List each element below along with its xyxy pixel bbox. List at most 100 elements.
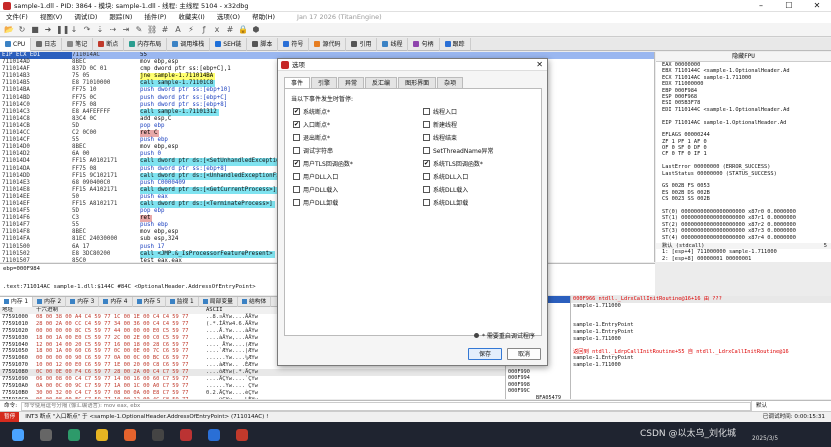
maximize-button[interactable]: ☐	[775, 0, 803, 12]
tab-2[interactable]: 笔记	[62, 37, 94, 51]
run-to-user-icon[interactable]: ⇥	[121, 25, 131, 35]
tab-10[interactable]: 引用	[346, 37, 378, 51]
checkbox-box[interactable]	[293, 147, 300, 154]
pause-icon[interactable]: ❚❚	[56, 25, 69, 35]
x32dbg-icon[interactable]	[180, 429, 192, 441]
folder-icon[interactable]	[96, 429, 108, 441]
dump-row[interactable]: 77591080 0C 00 0E 00 F4 C6 59 77 28 00 2A…	[0, 369, 505, 377]
checkbox-left-2[interactable]: 退出断点*	[293, 133, 330, 142]
note-icon[interactable]: ✎	[134, 25, 144, 35]
menu-item-2[interactable]: 调试(D)	[68, 12, 103, 23]
dump-tab-6[interactable]: 局部变量	[199, 296, 238, 307]
checkbox-box[interactable]: ✔	[293, 121, 300, 128]
open-icon[interactable]: 📂	[4, 25, 14, 35]
dialog-tab-4[interactable]: 图形界面	[398, 76, 437, 89]
function-icon[interactable]: ƒ	[199, 25, 209, 35]
dialog-close-icon[interactable]: ✕	[536, 59, 543, 71]
step-into-icon[interactable]: ↓	[69, 25, 79, 35]
dump-tab-5[interactable]: 监视 1	[166, 296, 199, 307]
search-icon[interactable]	[40, 429, 52, 441]
stop-icon[interactable]: ■	[30, 25, 40, 35]
dialog-tab-5[interactable]: 杂项	[437, 76, 464, 89]
checkbox-box[interactable]	[293, 134, 300, 141]
trace-over-icon[interactable]: ⇢	[108, 25, 118, 35]
checkbox-box[interactable]	[423, 186, 430, 193]
dump-tab-4[interactable]: 内存 5	[133, 296, 166, 307]
dialog-tab-0[interactable]: 事件	[284, 76, 311, 89]
stack-comments[interactable]: 000F966 ntdll._LdrxCallInitRoutine@16+16…	[570, 296, 831, 399]
tab-8[interactable]: 符号	[278, 37, 310, 51]
save-button[interactable]: 保存	[468, 348, 502, 360]
hide-fpu-toggle[interactable]: 隐藏FPU	[656, 52, 831, 62]
lightning-icon[interactable]: ⚡	[186, 25, 196, 35]
checkbox-box[interactable]: ✔	[423, 160, 430, 167]
tab-7[interactable]: 脚本	[247, 37, 279, 51]
tab-3[interactable]: 断点	[93, 37, 125, 51]
close-button[interactable]: ✕	[803, 0, 831, 12]
checkbox-box[interactable]	[423, 173, 430, 180]
checkbox-left-5[interactable]: 用户DLL入口	[293, 172, 338, 181]
hash-icon[interactable]: #	[160, 25, 170, 35]
menu-item-0[interactable]: 文件(F)	[0, 12, 34, 23]
tab-1[interactable]: 日志	[31, 37, 63, 51]
checkbox-right-3[interactable]: SetThreadName异常	[423, 146, 494, 155]
menu-item-3[interactable]: 跟踪(N)	[103, 12, 138, 23]
registers-panel[interactable]: 隐藏FPU EAX 00000000 EBX 7110144C <sample-1…	[656, 52, 831, 262]
cancel-button[interactable]: 取消	[507, 348, 541, 360]
dump-tab-2[interactable]: 内存 3	[66, 296, 100, 307]
checkbox-box[interactable]	[423, 121, 430, 128]
tab-11[interactable]: 线程	[377, 37, 409, 51]
checkbox-box[interactable]	[293, 199, 300, 206]
dump-row[interactable]: 775910A0 0A 00 0C 00 9C C7 59 77 1A 00 1C…	[0, 383, 505, 390]
dialog-tab-3[interactable]: 反汇编	[365, 76, 398, 89]
dump-tab-7[interactable]: 结构体	[238, 296, 272, 307]
checkbox-box[interactable]: ✔	[293, 160, 300, 167]
dialog-tab-1[interactable]: 引擎	[311, 76, 338, 89]
xor-icon[interactable]: x	[212, 25, 222, 35]
menu-item-1[interactable]: 视图(V)	[34, 12, 69, 23]
command-mode-select[interactable]: 默认	[751, 400, 831, 412]
link-icon[interactable]: ⛓	[147, 25, 157, 35]
checkbox-right-7[interactable]: 系统DLL卸载	[423, 198, 468, 207]
checkbox-box[interactable]	[423, 199, 430, 206]
checkbox-right-5[interactable]: 系统DLL入口	[423, 172, 468, 181]
dump-row[interactable]: 775910C006 00 08 00 FC C7 59 77 10 00 12…	[0, 397, 505, 399]
firefox-icon[interactable]	[124, 429, 136, 441]
checkbox-left-6[interactable]: 用户DLL载入	[293, 185, 338, 194]
app-icon-3[interactable]	[236, 429, 248, 441]
checkbox-box[interactable]	[293, 173, 300, 180]
menu-item-5[interactable]: 收藏夹(I)	[172, 12, 211, 23]
terminal-icon[interactable]	[152, 429, 164, 441]
start-icon[interactable]	[12, 429, 24, 441]
checkbox-box[interactable]	[423, 134, 430, 141]
checkbox-left-7[interactable]: 用户DLL卸载	[293, 198, 338, 207]
checkbox-box[interactable]	[423, 147, 430, 154]
dump-tab-3[interactable]: 内存 4	[99, 296, 133, 307]
app-icon-2[interactable]	[208, 429, 220, 441]
menu-item-6[interactable]: 选项(O)	[211, 12, 246, 23]
tab-5[interactable]: 调用堆栈	[167, 37, 211, 51]
dump-row[interactable]: 775910B0 30 00 32 00 C4 C7 59 77 08 00 0A…	[0, 390, 505, 397]
tab-4[interactable]: 内存布局	[124, 37, 168, 51]
checkbox-box[interactable]	[423, 108, 430, 115]
dump-tab-0[interactable]: 内存 1	[0, 296, 34, 307]
checkbox-right-0[interactable]: 线程入口	[423, 107, 457, 116]
dump-row[interactable]: 77591090 06 00 08 00 C4 C7 59 77 14 00 16…	[0, 376, 505, 383]
run-icon[interactable]: ➜	[43, 25, 53, 35]
dialog-tab-2[interactable]: 异常	[338, 76, 365, 89]
step-over-icon[interactable]: ↷	[82, 25, 92, 35]
menu-item-7[interactable]: 帮助(H)	[246, 12, 281, 23]
checkbox-right-4[interactable]: ✔ 系统TLS回调函数*	[423, 159, 483, 168]
checkbox-right-2[interactable]: 线程结束	[423, 133, 457, 142]
restart-icon[interactable]: ↻	[17, 25, 27, 35]
app-icon-1[interactable]	[68, 429, 80, 441]
checkbox-right-6[interactable]: 系统DLL载入	[423, 185, 468, 194]
checkbox-left-3[interactable]: 调试字符串	[293, 146, 333, 155]
checkbox-left-4[interactable]: ✔ 用户TLS回调函数*	[293, 159, 353, 168]
lock-icon[interactable]: 🔒	[238, 25, 248, 35]
stack-arg-line[interactable]: 2: [esp+8] 00000001 00000001	[656, 256, 831, 262]
patch-icon[interactable]: #	[225, 25, 235, 35]
checkbox-left-1[interactable]: ✔ 入口断点*	[293, 120, 330, 129]
tab-6[interactable]: SEH链	[210, 37, 248, 51]
graph-icon[interactable]: ⬢	[251, 25, 261, 35]
